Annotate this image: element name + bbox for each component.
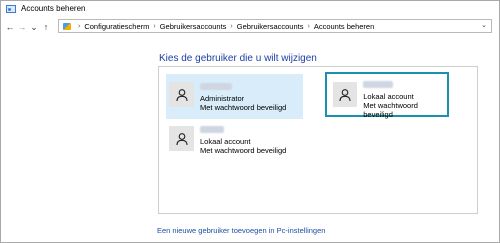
navigation-row: ← → ⌄ ↑ › Configuratiescherm › Gebruiker…: [0, 17, 498, 37]
account-tile-local[interactable]: Lokaal account Met wachtwoord beveiligd: [166, 124, 303, 159]
user-avatar-icon: [169, 82, 194, 107]
account-tile-administrator[interactable]: Administrator Met wachtwoord beveiligd: [166, 74, 303, 119]
breadcrumb-gebruikersaccounts-2[interactable]: Gebruikersaccounts: [237, 22, 304, 31]
page-heading: Kies de gebruiker die u wilt wijzigen: [159, 53, 317, 64]
account-status: Met wachtwoord beveiligd: [200, 103, 287, 112]
title-bar: Accounts beheren: [0, 0, 498, 17]
account-info: Administrator Met wachtwoord beveiligd: [200, 83, 286, 112]
breadcrumb-separator[interactable]: ›: [153, 23, 155, 30]
control-panel-app-icon: [6, 4, 16, 13]
account-type: Lokaal account: [363, 92, 414, 101]
blurred-username: [363, 81, 394, 88]
up-arrow-icon[interactable]: ↑: [40, 22, 52, 32]
blurred-username: [200, 83, 232, 90]
breadcrumb-separator: ›: [78, 22, 81, 30]
user-avatar-icon: [333, 82, 358, 107]
recent-locations-chevron-icon[interactable]: ⌄: [28, 22, 40, 33]
address-bar[interactable]: › Configuratiescherm › Gebruikersaccount…: [58, 19, 492, 33]
breadcrumb-accounts-beheren[interactable]: Accounts beheren: [314, 22, 374, 31]
account-tile-local-selected[interactable]: Lokaal account Met wachtwoord beveiligd: [325, 72, 449, 119]
account-type: Administrator: [200, 94, 245, 103]
breadcrumb-gebruikersaccounts-1[interactable]: Gebruikersaccounts: [160, 22, 227, 31]
blurred-username: [200, 126, 224, 133]
breadcrumb-separator[interactable]: ›: [307, 23, 309, 30]
forward-arrow-icon[interactable]: →: [16, 22, 28, 32]
account-status: Met wachtwoord beveiligd: [200, 146, 287, 155]
window-title: Accounts beheren: [21, 4, 86, 13]
breadcrumb-configuratiescherm[interactable]: Configuratiescherm: [84, 22, 149, 31]
account-type: Lokaal account: [200, 137, 251, 146]
add-user-link[interactable]: Een nieuwe gebruiker toevoegen in Pc-ins…: [157, 226, 325, 235]
address-dropdown-chevron-icon[interactable]: ⌄: [481, 21, 487, 29]
back-arrow-icon[interactable]: ←: [4, 22, 16, 32]
control-panel-icon: [63, 22, 71, 30]
account-info: Lokaal account Met wachtwoord beveiligd: [200, 126, 286, 155]
breadcrumb-separator[interactable]: ›: [230, 23, 232, 30]
user-avatar-icon: [169, 126, 194, 151]
account-info: Lokaal account Met wachtwoord beveiligd: [363, 81, 447, 119]
account-status: Met wachtwoord beveiligd: [363, 101, 418, 119]
